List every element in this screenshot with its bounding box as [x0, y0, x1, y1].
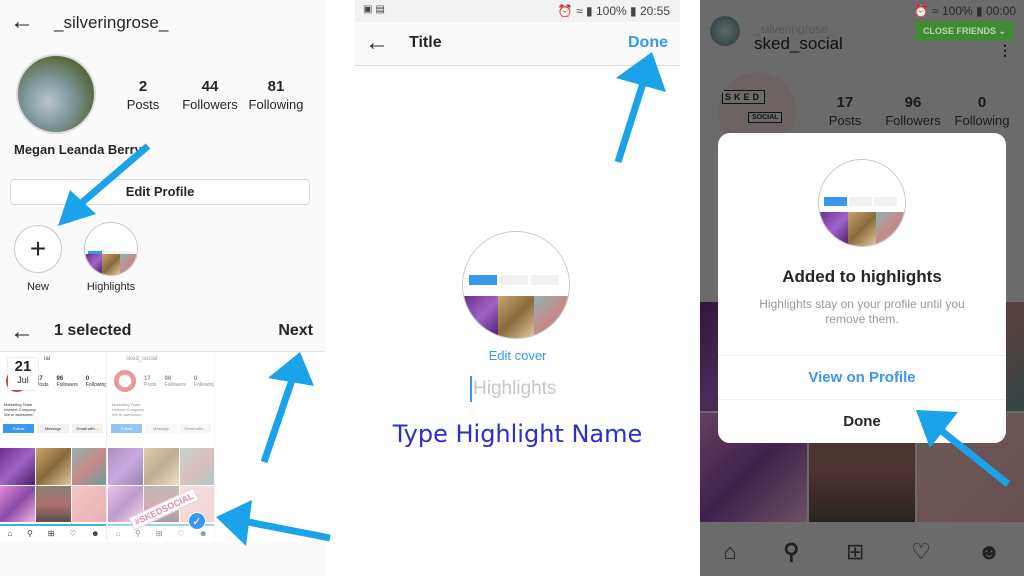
alarm-icon: ⏰	[913, 4, 929, 18]
status-bar: ⏰ ≈ 100% ▮ 00:00	[913, 4, 1016, 18]
checkmark-icon[interactable]: ✓	[188, 512, 206, 530]
battery-icon: ▮	[630, 4, 637, 18]
added-to-highlights-dialog: Added to highlights Highlights stay on y…	[718, 133, 1006, 443]
search-icon[interactable]: ⚲	[783, 539, 799, 565]
highlight-cover[interactable]	[84, 222, 138, 276]
arrow-left-icon[interactable]: ←	[10, 320, 34, 344]
activity-icon[interactable]: ♡	[911, 539, 931, 565]
dialog-description: Highlights stay on your profile until yo…	[759, 297, 965, 326]
wifi-icon: ≈	[576, 4, 583, 18]
thumb-nav: ⌂ ⚲ ⊞ ♡ ☻	[0, 524, 106, 540]
added-confirmation-panel: ⏰ ≈ 100% ▮ 00:00 _silveringrose_ sked_so…	[700, 0, 1024, 576]
add-icon[interactable]: ⊞	[846, 539, 864, 565]
highlight-title-panel: ▣▤ ⏰ ≈ ▮ 100% ▮ 20:55 ← Title Done Edit …	[355, 0, 680, 576]
stat-following[interactable]: 0 Following	[950, 94, 1014, 128]
thumb-avatar	[114, 370, 136, 392]
edit-cover-link[interactable]: Edit cover	[355, 348, 680, 363]
title-header: ← Title Done	[355, 22, 680, 66]
close-friends-button[interactable]: CLOSE FRIENDS ⌄	[914, 21, 1014, 41]
edit-profile-button[interactable]: Edit Profile	[10, 179, 310, 205]
signal-icon: ▮	[586, 4, 593, 18]
stat-followers[interactable]: 44 Followers	[178, 78, 242, 112]
notification-icons: ▣▤	[363, 4, 388, 15]
dialog-title: Added to highlights	[782, 267, 942, 286]
arrow-left-icon[interactable]: ←	[10, 10, 34, 34]
highlight-cover-image	[819, 160, 905, 246]
profile-panel: ← _silveringrose_ 2 Posts 44 Followers 8…	[0, 0, 325, 576]
date-badge: 21 Jul	[8, 358, 38, 390]
bottom-nav: ⌂ ⚲ ⊞ ♡ ☻	[700, 528, 1024, 576]
view-on-profile-button[interactable]: View on Profile	[718, 355, 1006, 399]
plus-icon: +	[29, 233, 47, 264]
arrow-left-icon[interactable]: ←	[365, 31, 389, 55]
story-archive-grid: ial 17 Posts 96 Followers 0 Following Marke…	[0, 352, 325, 542]
full-name: Megan Leanda Berry	[14, 142, 142, 157]
avatar[interactable]	[16, 54, 96, 134]
selection-count: 1 selected	[54, 322, 132, 339]
new-highlight-label: New	[26, 281, 49, 293]
selection-bar: ← 1 selected Next	[0, 312, 325, 352]
status-bar: ▣▤ ⏰ ≈ ▮ 100% ▮ 20:55	[355, 0, 680, 22]
story-thumb[interactable]: ial 17 Posts 96 Followers 0 Following Marke…	[0, 352, 107, 540]
highlight-name-input[interactable]	[470, 376, 570, 402]
stat-following[interactable]: 81 Following	[246, 78, 306, 112]
thumb-post-grid	[0, 448, 106, 522]
stat-posts[interactable]: 2 Posts	[120, 78, 166, 112]
stat-followers[interactable]: 96 Followers	[880, 94, 946, 128]
profile-icon[interactable]: ☻	[977, 539, 1000, 565]
profile-section: ← _silveringrose_ 2 Posts 44 Followers 8…	[0, 0, 325, 305]
wifi-icon: ≈	[932, 4, 939, 18]
profile-username: _silveringrose_	[54, 13, 169, 32]
story-avatar[interactable]	[710, 16, 740, 46]
alarm-icon: ⏰	[557, 4, 573, 18]
done-button[interactable]: Done	[628, 34, 668, 52]
home-icon[interactable]: ⌂	[723, 539, 736, 565]
next-button[interactable]: Next	[278, 322, 313, 340]
highlight-cover-image	[463, 232, 569, 338]
annotation-label: Type Highlight Name	[392, 420, 643, 448]
more-options-icon[interactable]: ⋮	[998, 42, 1012, 59]
stat-posts[interactable]: 17 Posts	[820, 94, 870, 128]
highlight-cover[interactable]	[462, 231, 570, 339]
highlight-cover	[818, 159, 906, 247]
page-title: Title	[409, 34, 442, 51]
new-highlight-button[interactable]: +	[14, 225, 62, 273]
profile-username: sked_social	[754, 34, 843, 53]
dialog-done-button[interactable]: Done	[718, 399, 1006, 443]
highlight-cover-image	[85, 223, 137, 275]
battery-icon: ▮	[976, 4, 983, 18]
highlight-label: Highlights	[86, 281, 136, 293]
